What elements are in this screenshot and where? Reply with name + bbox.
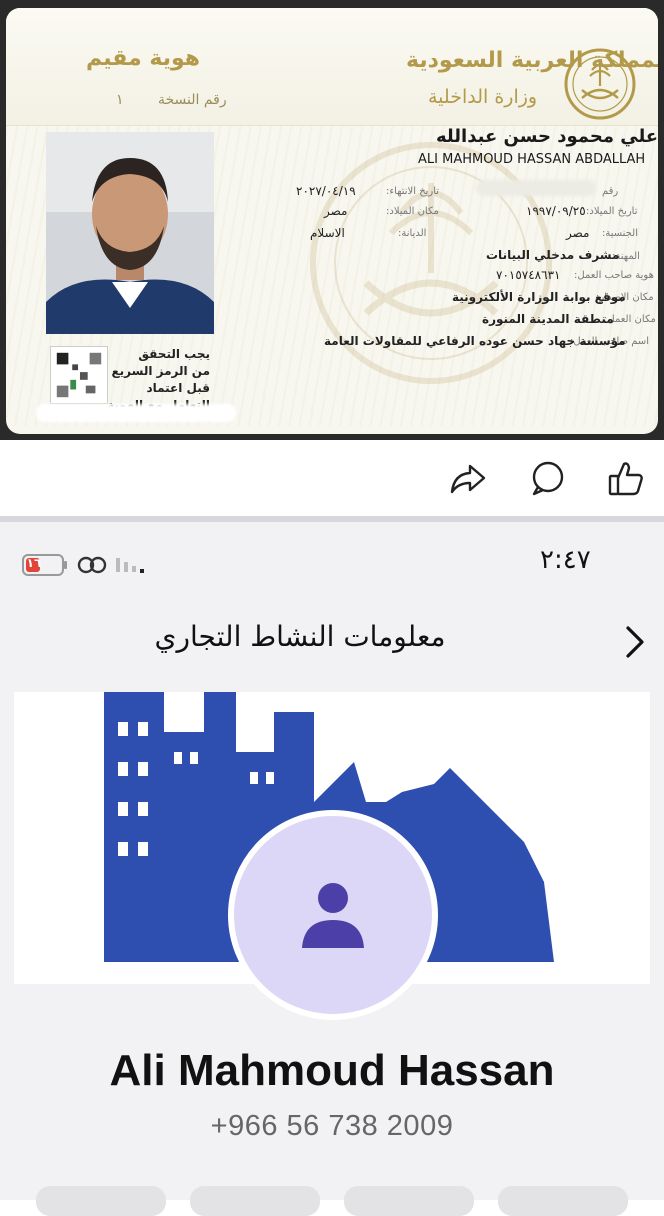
action-pill[interactable]	[498, 1186, 628, 1216]
employer-id-value: ٧٠١٥٧٤٨٦٣١	[496, 268, 561, 282]
nav-title: معلومات النشاط التجاري	[154, 620, 446, 653]
expiry-value: ٢٠٢٧/٠٤/١٩	[296, 184, 356, 198]
redacted-id-number	[476, 180, 596, 196]
version-label: رقم النسخة	[157, 92, 227, 108]
id-number-label: رقم	[602, 186, 619, 197]
qr-notice-line: قبل اعتماد	[146, 381, 210, 395]
version-row: رقم النسخة ١	[116, 92, 227, 108]
action-pill[interactable]	[190, 1186, 320, 1216]
comment-icon[interactable]	[528, 458, 568, 498]
expiry-label: تاريخ الانتهاء:	[386, 186, 440, 197]
religion-label: الديانة:	[398, 228, 427, 239]
birthplace-label: مكان الميلاد:	[386, 206, 439, 217]
saudi-emblem-icon	[564, 48, 636, 120]
nationality-value: مصر	[566, 226, 590, 240]
action-pill[interactable]	[344, 1186, 474, 1216]
ministry-name: وزارة الداخلية	[428, 86, 538, 108]
chevron-right-icon[interactable]	[622, 622, 646, 662]
profession-value: مشرف مدخلي البيانات	[486, 248, 620, 262]
holder-name-ar: علي محمود حسن عبدالله	[436, 126, 658, 147]
qr-code	[50, 346, 108, 404]
issue-place-value: موقع بوابة الوزارة الألكترونية	[452, 290, 626, 304]
dob-value: ١٩٩٧/٠٩/٢٥	[526, 204, 586, 218]
status-time: ٢:٤٧	[540, 545, 591, 575]
nationality-label: الجنسية:	[602, 228, 638, 239]
redacted-strip	[36, 404, 236, 422]
dob-label: تاريخ الميلاد:	[586, 206, 638, 217]
profile-phone-number[interactable]: +966 56 738 2009	[0, 1110, 664, 1143]
qr-notice-line: من الرمز السريع	[111, 364, 210, 378]
religion-value: الاسلام	[310, 226, 345, 240]
emblem-watermark-icon	[310, 142, 552, 384]
employer-name-value: مؤسسة جهاد حسن عوده الرفاعي للمقاولات ال…	[324, 334, 626, 348]
thumbs-up-icon[interactable]	[606, 458, 646, 498]
birthplace-value: مصر	[324, 204, 348, 218]
work-place-value: منطقة المدينة المنورة	[482, 312, 614, 326]
employer-id-label: هوية صاحب العمل:	[574, 270, 654, 281]
holder-photo	[46, 132, 214, 334]
share-icon[interactable]	[448, 458, 488, 498]
residency-id-card: هوية مقيم رقم النسخة ١ المملكة العربية ا…	[6, 8, 658, 434]
profile-name: Ali Mahmoud Hassan	[109, 1046, 555, 1095]
action-pill[interactable]	[36, 1186, 166, 1216]
battery-level-text: ١٦	[26, 556, 42, 570]
card-type-title: هوية مقيم	[86, 46, 200, 71]
user-placeholder-icon	[302, 883, 364, 948]
qr-notice-line: يجب التحقق	[138, 347, 210, 361]
holder-name-en: ALI MAHMOUD HASSAN ABDALLAH	[418, 152, 646, 167]
version-value: ١	[116, 92, 124, 108]
